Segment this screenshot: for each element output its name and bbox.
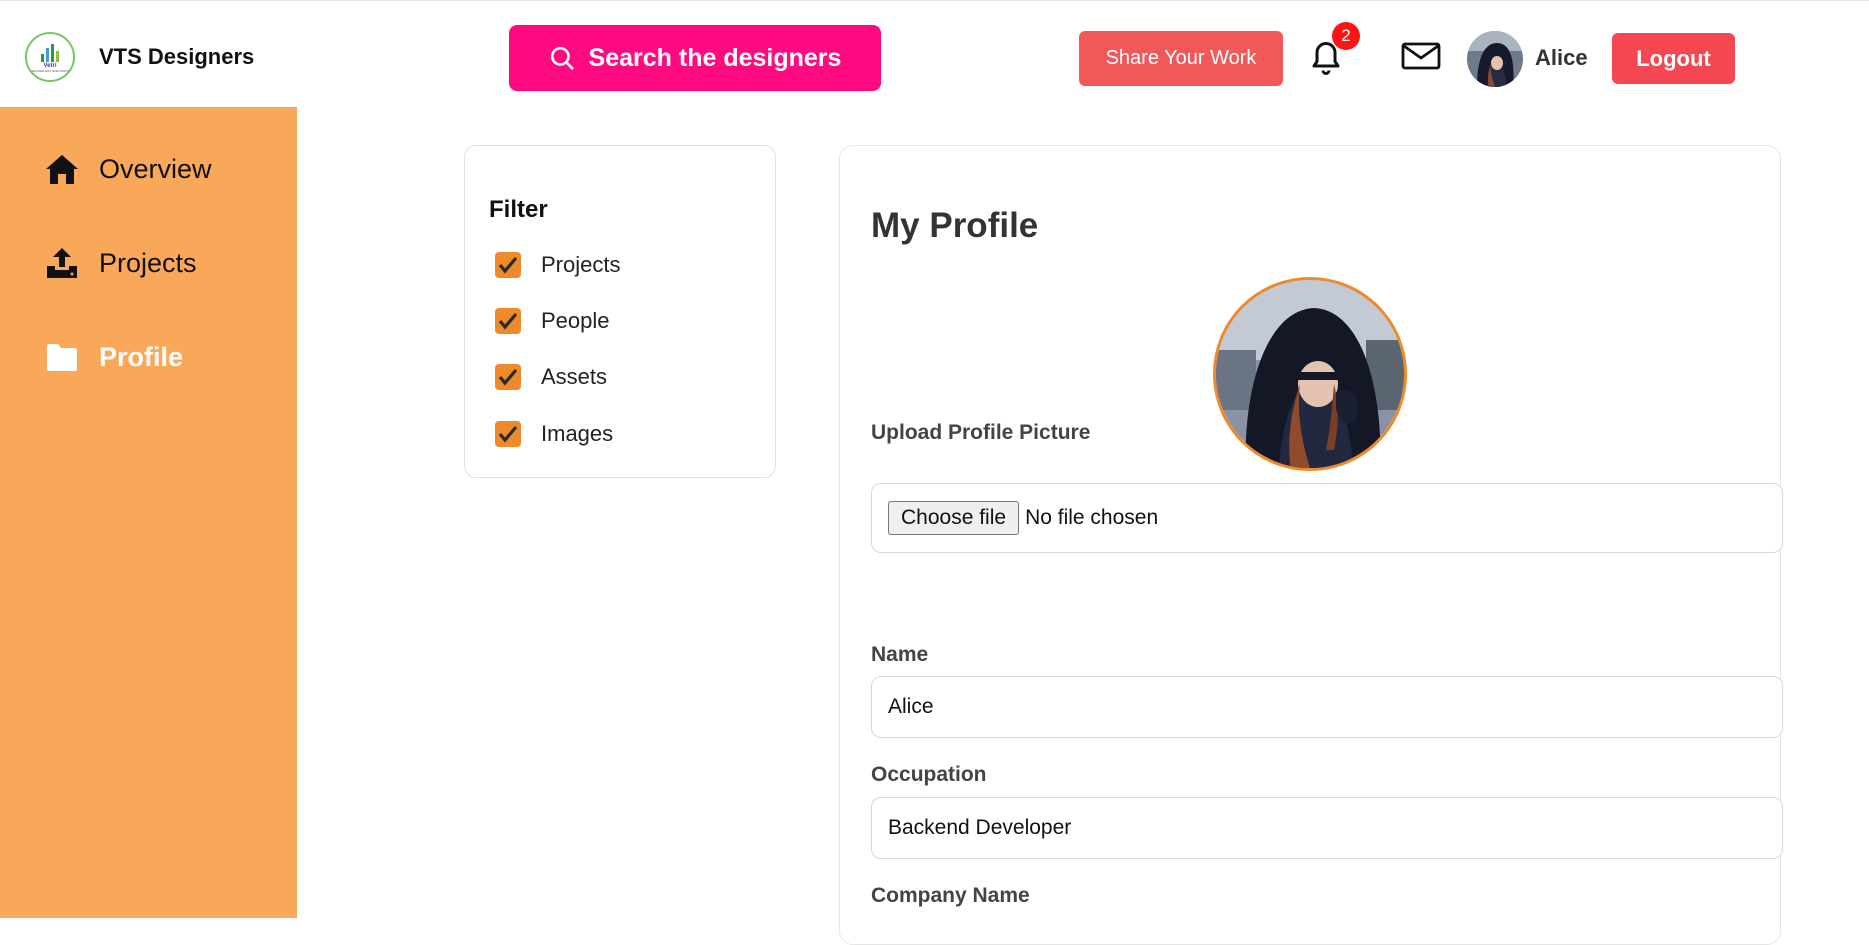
checkbox-checked-icon[interactable] — [495, 364, 521, 390]
folder-icon — [45, 340, 79, 374]
filter-option-assets[interactable]: Assets — [495, 364, 607, 390]
logo-graphic — [41, 43, 59, 62]
filter-option-label: People — [541, 308, 610, 333]
user-avatar[interactable] — [1467, 31, 1523, 87]
filter-option-images[interactable]: Images — [495, 421, 613, 447]
share-your-work-button[interactable]: Share Your Work — [1079, 31, 1283, 86]
filter-option-label: Assets — [541, 364, 608, 389]
brand[interactable]: Vetri TECHNOLOGY SOLUTIONS VTS Designers — [25, 32, 254, 82]
sidebar-item-profile[interactable]: Profile — [45, 340, 183, 374]
mail-icon[interactable] — [1401, 41, 1441, 71]
search-designers-button[interactable]: Search the designers — [509, 25, 881, 91]
sidebar-item-projects[interactable]: Projects — [45, 246, 197, 280]
filter-panel: Filter Projects People Assets Images — [464, 145, 776, 478]
filter-option-label: Images — [541, 421, 614, 446]
upload-picture-label: Upload Profile Picture — [871, 421, 1091, 444]
choose-file-button[interactable]: Choose file — [888, 501, 1020, 535]
company-name-label: Company Name — [871, 884, 1030, 907]
checkbox-checked-icon[interactable] — [495, 421, 521, 447]
home-icon — [45, 152, 79, 186]
brand-logo[interactable]: Vetri TECHNOLOGY SOLUTIONS — [25, 32, 75, 82]
checkbox-checked-icon[interactable] — [495, 252, 521, 278]
sidebar-item-label: Projects — [99, 247, 197, 278]
notification-badge: 2 — [1332, 22, 1360, 50]
filter-title: Filter — [489, 196, 548, 223]
occupation-label: Occupation — [871, 763, 987, 786]
file-status: No file chosen — [1025, 506, 1159, 529]
logout-button[interactable]: Logout — [1612, 33, 1735, 84]
sidebar-item-overview[interactable]: Overview — [45, 152, 212, 186]
upload-icon — [45, 246, 79, 280]
sidebar: Overview Projects Profile — [0, 107, 297, 918]
filter-option-projects[interactable]: Projects — [495, 252, 620, 278]
profile-card: My Profile Upload Profile Picture Choose… — [839, 145, 1783, 945]
occupation-field[interactable]: Backend Developer — [871, 797, 1783, 859]
sidebar-item-label: Profile — [99, 341, 184, 372]
top-bar: Vetri TECHNOLOGY SOLUTIONS VTS Designers… — [0, 0, 1869, 107]
filter-option-label: Projects — [541, 252, 621, 277]
logo-subtext: TECHNOLOGY SOLUTIONS — [30, 68, 70, 73]
checkbox-checked-icon[interactable] — [495, 308, 521, 334]
brand-name: VTS Designers — [99, 44, 255, 69]
profile-picture — [1213, 277, 1407, 471]
file-upload-input[interactable]: Choose file No file chosen — [871, 483, 1783, 553]
sidebar-item-label: Overview — [99, 153, 212, 184]
name-field[interactable]: Alice — [871, 676, 1783, 738]
user-name[interactable]: Alice — [1535, 45, 1588, 71]
page-title: My Profile — [871, 206, 1039, 245]
search-button-label: Search the designers — [588, 43, 842, 72]
search-icon — [550, 46, 574, 70]
filter-option-people[interactable]: People — [495, 308, 610, 334]
name-label: Name — [871, 643, 929, 666]
